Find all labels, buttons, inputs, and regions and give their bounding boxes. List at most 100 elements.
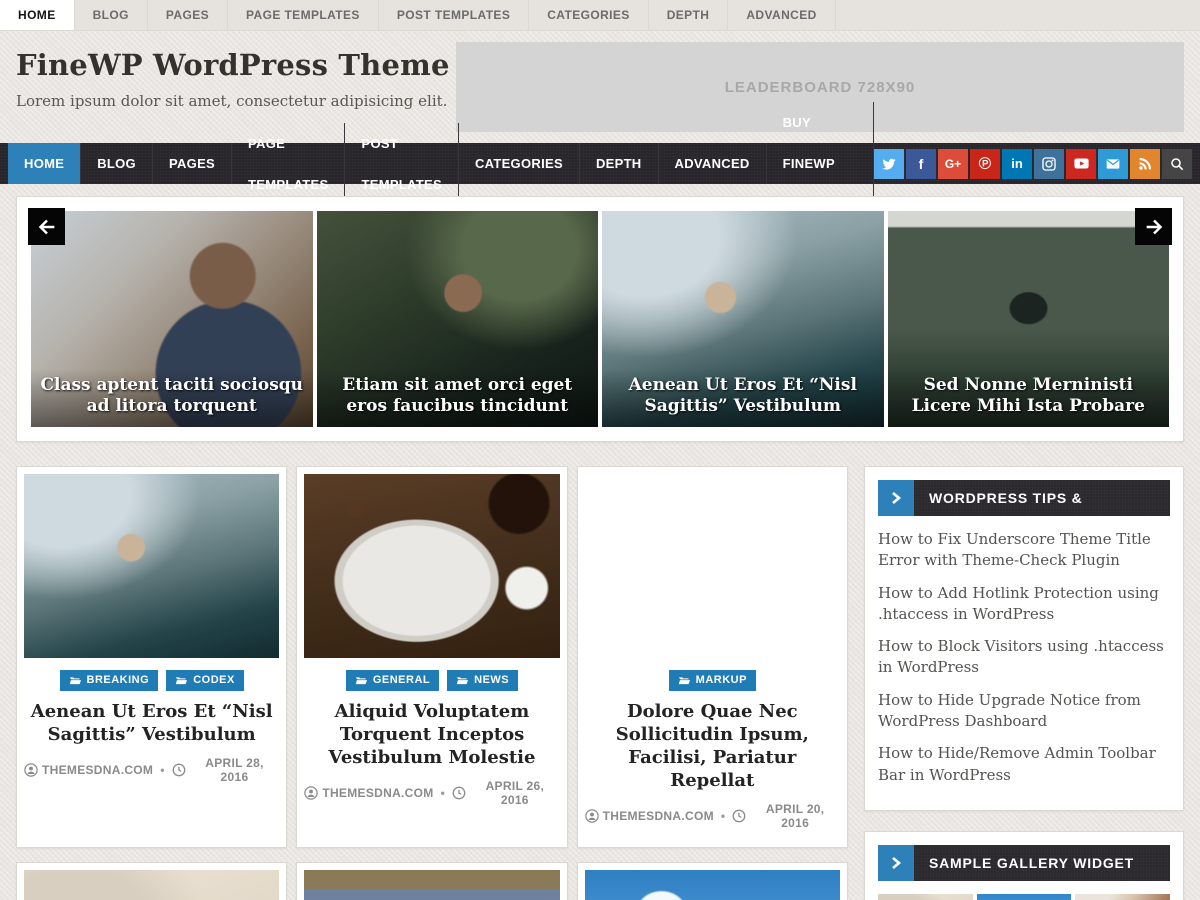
post-card [16,862,287,900]
carousel-slide[interactable]: Sed Nonne Merninisti Licere Mihi Ista Pr… [888,211,1170,427]
instagram-icon[interactable] [1034,149,1064,179]
main-nav-categories[interactable]: CATEGORIES [459,143,580,184]
main-nav-home[interactable]: HOME [8,143,81,184]
main-nav-post-templates[interactable]: POST TEMPLATES [345,123,458,205]
youtube-icon[interactable] [1066,149,1096,179]
top-nav-home[interactable]: HOME [0,0,75,30]
carousel-slide-title[interactable]: Class aptent taciti sociosqu ad litora t… [31,369,313,428]
sidebar: WORDPRESS TIPS & TUTORIALS How to Fix Un… [864,466,1184,900]
clock-icon [732,809,746,823]
author-icon [304,786,318,800]
post-image-car-girl[interactable] [24,474,279,658]
social-links: f G+ ℗ in [874,149,1192,179]
post-author[interactable]: THEMESDNA.COM [304,786,433,800]
meta-separator [160,763,165,777]
clock-icon [452,786,466,800]
folder-icon [456,675,469,685]
post-card [296,862,567,900]
folder-icon [355,675,368,685]
post-title[interactable]: Aenean Ut Eros Et “Nisl Sagittis” Vestib… [28,700,275,746]
facebook-icon[interactable]: f [906,149,936,179]
widget-link[interactable]: How to Fix Underscore Theme Title Error … [878,529,1170,572]
post-meta: THEMESDNA.COM APRIL 20, 2016 [585,802,840,840]
rss-icon[interactable] [1130,149,1160,179]
linkedin-icon[interactable]: in [1002,149,1032,179]
email-icon[interactable] [1098,149,1128,179]
main-nav-depth[interactable]: DEPTH [580,143,659,184]
main-nav-advanced[interactable]: ADVANCED [659,143,767,184]
widget-title: SAMPLE GALLERY WIDGET [914,845,1170,881]
post-image-sky-grass[interactable] [585,870,840,900]
category-badge[interactable]: NEWS [447,670,518,691]
google-plus-icon[interactable]: G+ [938,149,968,179]
search-icon[interactable] [1162,149,1192,179]
widget-link[interactable]: How to Hide/Remove Admin Toolbar Bar in … [878,743,1170,786]
post-author[interactable]: THEMESDNA.COM [585,809,714,823]
carousel-prev-button[interactable] [28,208,65,245]
category-badge[interactable]: MARKUP [669,670,756,691]
widget-header: WORDPRESS TIPS & TUTORIALS [878,480,1170,516]
featured-carousel: Class aptent taciti sociosqu ad litora t… [16,196,1184,442]
top-nav-pages[interactable]: PAGES [148,0,228,30]
carousel-slide[interactable]: Aenean Ut Eros Et “Nisl Sagittis” Vestib… [602,211,884,427]
post-meta: THEMESDNA.COM APRIL 28, 2016 [24,756,279,794]
carousel-slide-title[interactable]: Aenean Ut Eros Et “Nisl Sagittis” Vestib… [602,369,884,428]
post-author[interactable]: THEMESDNA.COM [24,763,153,777]
gallery-thumb-bed-dog[interactable] [878,894,973,900]
folder-icon [69,675,82,685]
widget-link-list: How to Fix Underscore Theme Title Error … [878,529,1170,786]
author-icon [585,809,599,823]
post-meta: THEMESDNA.COM APRIL 26, 2016 [304,779,559,817]
site-title[interactable]: FineWP WordPress Theme [16,48,450,82]
widget-header: SAMPLE GALLERY WIDGET [878,845,1170,881]
main-nav-pages[interactable]: PAGES [153,143,232,184]
main-nav: HOME BLOG PAGES PAGE TEMPLATES POST TEMP… [0,143,1200,184]
site-header: FineWP WordPress Theme Lorem ipsum dolor… [16,31,1184,143]
post-date: APRIL 20, 2016 [732,802,840,830]
carousel-next-button[interactable] [1135,208,1172,245]
post-image-keyboard-coffee[interactable] [304,474,559,658]
site-tagline: Lorem ipsum dolor sit amet, consectetur … [16,92,450,110]
widget-link[interactable]: How to Add Hotlink Protection using .hta… [878,583,1170,626]
post-date: APRIL 26, 2016 [452,779,560,807]
main-nav-page-templates[interactable]: PAGE TEMPLATES [232,123,345,205]
meta-separator [441,786,446,800]
leaderboard-ad-text: LEADERBOARD 728X90 [725,79,916,96]
carousel-slide-title[interactable]: Sed Nonne Merninisti Licere Mihi Ista Pr… [888,369,1170,428]
meta-separator [721,809,726,823]
clock-icon [172,763,186,777]
post-image-camera-girl[interactable] [304,870,559,900]
top-nav-categories[interactable]: CATEGORIES [529,0,648,30]
carousel-slide[interactable]: Etiam sit amet orci eget eros faucibus t… [317,211,599,427]
top-nav-post-templates[interactable]: POST TEMPLATES [379,0,529,30]
gallery-thumb-portrait[interactable] [1075,894,1170,900]
top-nav-advanced[interactable]: ADVANCED [728,0,835,30]
top-nav-page-templates[interactable]: PAGE TEMPLATES [228,0,379,30]
category-badge[interactable]: CODEX [166,670,244,691]
post-image-bed-dog[interactable] [24,870,279,900]
pinterest-icon[interactable]: ℗ [970,149,1000,179]
main-nav-blog[interactable]: BLOG [81,143,153,184]
category-badge[interactable]: GENERAL [346,670,439,691]
post-card: MARKUP Dolore Quae Nec Sollicitudin Ipsu… [577,466,848,848]
widget-sample-gallery: SAMPLE GALLERY WIDGET [864,831,1184,900]
gallery-thumb-sky[interactable] [977,894,1072,900]
twitter-icon[interactable] [874,149,904,179]
post-date: APRIL 28, 2016 [172,756,280,784]
post-card [577,862,848,900]
gallery-grid [878,894,1170,900]
chevron-right-icon [878,480,914,516]
carousel-slide-title[interactable]: Etiam sit amet orci eget eros faucibus t… [317,369,599,428]
post-title[interactable]: Aliquid Voluptatem Torquent Inceptos Ves… [308,700,555,769]
widget-link[interactable]: How to Block Visitors using .htaccess in… [878,636,1170,679]
top-nav-depth[interactable]: DEPTH [649,0,729,30]
top-nav-blog[interactable]: BLOG [75,0,148,30]
post-image-typewriter[interactable] [585,474,840,658]
top-secondary-nav: HOME BLOG PAGES PAGE TEMPLATES POST TEMP… [0,0,1200,31]
post-title[interactable]: Dolore Quae Nec Sollicitudin Ipsum, Faci… [589,700,836,792]
carousel-slide[interactable]: Class aptent taciti sociosqu ad litora t… [31,211,313,427]
folder-icon [678,675,691,685]
widget-link[interactable]: How to Hide Upgrade Notice from WordPres… [878,690,1170,733]
post-card: GENERAL NEWS Aliquid Voluptatem Torquent… [296,466,567,848]
category-badge[interactable]: BREAKING [60,670,159,691]
